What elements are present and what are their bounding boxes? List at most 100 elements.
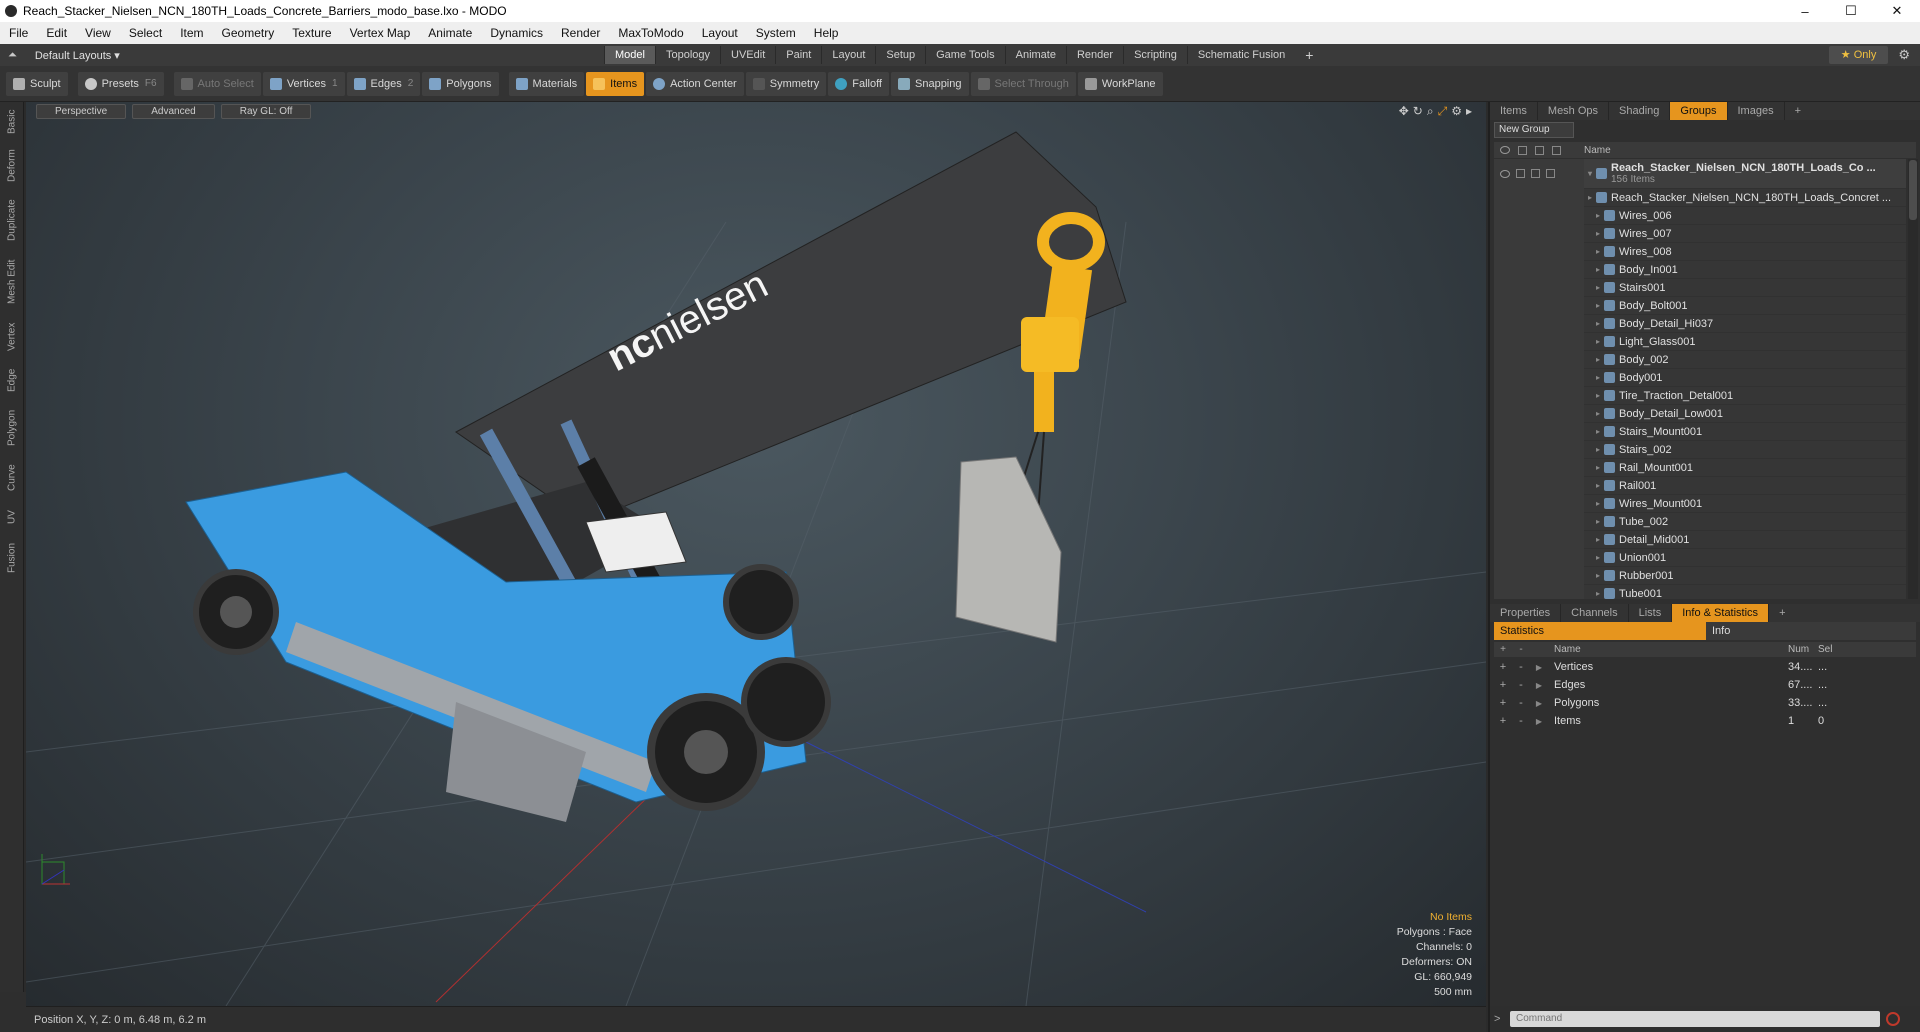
rotate-icon[interactable]: ↻ — [1413, 104, 1423, 119]
group-item-row[interactable]: ▸ Stairs_Mount001 — [1494, 422, 1906, 441]
presets-button[interactable]: Presets F6 — [77, 71, 164, 96]
expand-icon[interactable]: ▸ — [1592, 517, 1604, 526]
tab-layout[interactable]: Layout — [821, 46, 875, 64]
group-item-row[interactable]: ▸ Light_Glass001 — [1494, 332, 1906, 351]
materials-button[interactable]: Materials — [508, 71, 585, 96]
group-item-row[interactable]: ▸ Tube001 — [1494, 584, 1906, 599]
expand-icon[interactable]: ▸ — [1592, 265, 1604, 274]
stat-row[interactable]: + - ▶ Vertices 34....... — [1494, 658, 1916, 676]
add-icon[interactable]: + — [1494, 715, 1512, 727]
add-tab-button[interactable]: + — [1295, 46, 1323, 64]
zoom-icon[interactable]: ⌕ — [1427, 104, 1434, 119]
expand-icon[interactable]: ▸ — [1592, 301, 1604, 310]
sculpt-button[interactable]: Sculpt — [6, 71, 68, 96]
remove-icon[interactable]: - — [1512, 697, 1530, 709]
statistics-tab[interactable]: Statistics — [1494, 622, 1706, 640]
add-icon[interactable]: + — [1494, 679, 1512, 691]
tab-groups[interactable]: Groups — [1670, 102, 1728, 120]
layout-up-icon[interactable]: ⏶ — [8, 49, 17, 62]
groups-scrollbar[interactable] — [1908, 159, 1918, 599]
expand-icon[interactable]: ▸ — [1592, 283, 1604, 292]
expand-icon[interactable]: ▸ — [1592, 229, 1604, 238]
menu-file[interactable]: File — [0, 22, 37, 44]
tab-images[interactable]: Images — [1728, 102, 1785, 120]
snapping-button[interactable]: Snapping — [891, 71, 969, 96]
group-item-row[interactable]: ▸ Tube_002 — [1494, 512, 1906, 531]
select-through-button[interactable]: Select Through — [970, 71, 1076, 96]
expand-icon[interactable]: ▸ — [1584, 193, 1596, 202]
auto-select-button[interactable]: Auto Select — [173, 71, 261, 96]
menu-layout[interactable]: Layout — [693, 22, 747, 44]
command-input[interactable] — [1510, 1011, 1880, 1027]
expand-icon[interactable]: ▸ — [1592, 553, 1604, 562]
expand-icon[interactable]: ▸ — [1592, 481, 1604, 490]
expand-icon[interactable]: ▸ — [1592, 391, 1604, 400]
expand-icon[interactable]: ▸ — [1592, 499, 1604, 508]
add-panel-tab-button-2[interactable]: + — [1769, 604, 1795, 622]
group-item-row[interactable]: ▸ Body_Bolt001 — [1494, 296, 1906, 315]
action-center-button[interactable]: Action Center — [646, 71, 744, 96]
tab-duplicate[interactable]: Duplicate — [3, 194, 21, 246]
add-panel-tab-button[interactable]: + — [1785, 102, 1811, 120]
tab-mesh-edit[interactable]: Mesh Edit — [3, 254, 21, 310]
symmetry-button[interactable]: Symmetry — [745, 71, 827, 96]
tab-paint[interactable]: Paint — [775, 46, 821, 64]
menu-maxtomodo[interactable]: MaxToModo — [609, 22, 692, 44]
tab-shading[interactable]: Shading — [1609, 102, 1671, 120]
tab-deform[interactable]: Deform — [3, 146, 21, 186]
expand-icon[interactable]: ▶ — [1530, 663, 1548, 672]
group-item-row[interactable]: ▸ Detail_Mid001 — [1494, 530, 1906, 549]
stop-icon[interactable] — [1886, 1012, 1900, 1026]
falloff-button[interactable]: Falloff — [828, 71, 889, 96]
group-item-row[interactable]: ▸ Body_Detail_Low001 — [1494, 404, 1906, 423]
menu-view[interactable]: View — [76, 22, 120, 44]
tab-mesh-ops[interactable]: Mesh Ops — [1538, 102, 1610, 120]
visibility-toggle[interactable] — [1500, 169, 1510, 178]
expand-icon[interactable]: ▸ — [1592, 589, 1604, 598]
minimize-button[interactable]: – — [1782, 0, 1828, 22]
tab-uv[interactable]: UV — [3, 504, 21, 530]
select-toggle[interactable] — [1546, 169, 1555, 178]
tab-schematic-fusion[interactable]: Schematic Fusion — [1186, 46, 1295, 64]
remove-icon[interactable]: - — [1512, 715, 1530, 727]
group-item-row[interactable]: ▸ Reach_Stacker_Nielsen_NCN_180TH_Loads_C… — [1494, 188, 1906, 207]
stat-row[interactable]: + - ▶ Polygons 33....... — [1494, 694, 1916, 712]
tab-topology[interactable]: Topology — [654, 46, 720, 64]
tab-lists[interactable]: Lists — [1629, 604, 1673, 622]
menu-geometry[interactable]: Geometry — [213, 22, 284, 44]
shading-mode-button[interactable]: Advanced — [132, 104, 215, 119]
expand-icon[interactable]: ▸ — [1592, 373, 1604, 382]
viewport-menu-icon[interactable]: ▸ — [1466, 104, 1472, 119]
expand-icon[interactable]: ▸ — [1592, 319, 1604, 328]
view-mode-button[interactable]: Perspective — [36, 104, 127, 119]
expand-icon[interactable]: ▸ — [1592, 211, 1604, 220]
lock-toggle[interactable] — [1531, 169, 1540, 178]
polygons-button[interactable]: Polygons — [422, 71, 499, 96]
tab-edge[interactable]: Edge — [3, 364, 21, 396]
expand-icon[interactable]: ▸ — [1592, 571, 1604, 580]
expand-icon[interactable]: ▶ — [1530, 699, 1548, 708]
tab-animate[interactable]: Animate — [1004, 46, 1066, 64]
group-item-row[interactable]: ▸ Rubber001 — [1494, 566, 1906, 585]
raygl-toggle[interactable]: Ray GL: Off — [220, 104, 312, 119]
gear-icon[interactable]: ⚙ — [1898, 47, 1910, 63]
expand-icon[interactable]: ▶ — [1530, 681, 1548, 690]
tab-properties[interactable]: Properties — [1490, 604, 1562, 622]
close-button[interactable]: ✕ — [1874, 0, 1920, 22]
group-item-row[interactable]: ▸ Tire_Traction_Detal001 — [1494, 386, 1906, 405]
tab-polygon[interactable]: Polygon — [3, 404, 21, 452]
menu-vertex-map[interactable]: Vertex Map — [341, 22, 420, 44]
items-button[interactable]: Items — [586, 71, 645, 96]
tab-uvedit[interactable]: UVEdit — [720, 46, 775, 64]
expand-icon[interactable]: ▸ — [1592, 247, 1604, 256]
tab-items[interactable]: Items — [1490, 102, 1538, 120]
group-item-row[interactable]: ▸ Stairs001 — [1494, 278, 1906, 297]
group-item-row[interactable]: ▸ Wires_Mount001 — [1494, 494, 1906, 513]
group-item-row[interactable]: ▸ Body_In001 — [1494, 260, 1906, 279]
3d-viewport[interactable]: ncnielsen Perspective Advanced Ray GL: O… — [26, 102, 1486, 1006]
stat-row[interactable]: + - ▶ Edges 67....... — [1494, 676, 1916, 694]
tab-render[interactable]: Render — [1065, 46, 1123, 64]
tab-game-tools[interactable]: Game Tools — [925, 46, 1005, 64]
tab-vertex[interactable]: Vertex — [3, 318, 21, 356]
menu-edit[interactable]: Edit — [37, 22, 76, 44]
